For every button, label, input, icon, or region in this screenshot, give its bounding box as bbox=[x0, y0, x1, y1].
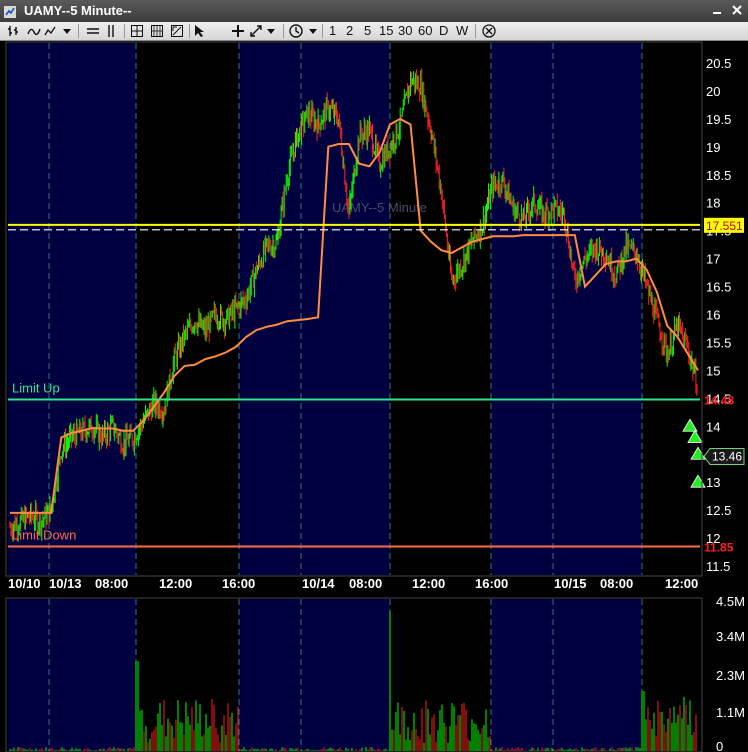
drawing-dropdown-icon[interactable] bbox=[266, 23, 276, 39]
period-2-button[interactable]: 2 bbox=[346, 23, 353, 39]
time-tick-label: 16:00 bbox=[222, 576, 255, 591]
time-tick-label: 10/10 bbox=[8, 576, 41, 591]
grid-icon[interactable] bbox=[150, 23, 164, 39]
time-tick-label: 16:00 bbox=[475, 576, 508, 591]
price-tick-label: 11.5 bbox=[706, 559, 730, 574]
crosshair-box-icon[interactable] bbox=[130, 23, 144, 39]
period-15-button[interactable]: 15 bbox=[379, 23, 393, 39]
horizontal-line-icon[interactable] bbox=[86, 23, 100, 39]
price-tick-label: 19.5 bbox=[706, 112, 731, 127]
window-title: UAMY--5 Minute-- bbox=[24, 3, 132, 18]
chart-type-icon[interactable] bbox=[26, 23, 42, 39]
buy-signal-marker bbox=[687, 429, 703, 443]
time-tick-label: 12:00 bbox=[412, 576, 445, 591]
price-tick-label: 14 bbox=[706, 419, 720, 434]
volume-tick-label: 3.4M bbox=[716, 629, 745, 644]
last-price-label: 13.46 bbox=[712, 449, 742, 463]
minimize-button[interactable] bbox=[710, 4, 724, 17]
buy-signal-marker bbox=[682, 418, 698, 432]
price-tick-label: 18 bbox=[706, 196, 720, 211]
price-tick-label: 20.5 bbox=[706, 56, 731, 71]
volume-session-band bbox=[239, 599, 390, 751]
close-button[interactable] bbox=[730, 4, 744, 17]
time-tick-label: 08:00 bbox=[600, 576, 633, 591]
yellow-level-label: 17.551 bbox=[706, 219, 743, 233]
pointer-icon[interactable] bbox=[193, 23, 207, 39]
price-tick-label: 18.5 bbox=[706, 168, 731, 183]
period-daily-button[interactable]: D bbox=[439, 23, 448, 39]
price-tick-label: 19 bbox=[706, 140, 720, 155]
price-tick-label: 16 bbox=[706, 308, 720, 323]
close-chart-icon[interactable] bbox=[481, 23, 497, 39]
volume-tick-label: 4.5M bbox=[716, 594, 745, 609]
period-60-button[interactable]: 60 bbox=[418, 23, 432, 39]
title-bar[interactable]: UAMY--5 Minute-- bbox=[0, 0, 748, 23]
chart-window-icon bbox=[4, 5, 16, 18]
period-1-button[interactable]: 1 bbox=[329, 23, 336, 39]
buy-signal-marker bbox=[690, 474, 706, 488]
price-tick-label: 12.5 bbox=[706, 503, 731, 518]
period-30-button[interactable]: 30 bbox=[398, 23, 412, 39]
price-tick-label: 13 bbox=[706, 475, 720, 490]
session-band bbox=[491, 43, 642, 575]
bar-style-icon[interactable] bbox=[6, 23, 22, 39]
vertical-line-icon[interactable] bbox=[104, 23, 118, 39]
volume-tick-label: 2.3M bbox=[716, 668, 745, 683]
period-5-button[interactable]: 5 bbox=[364, 23, 371, 39]
limit-down-label: 11.85 bbox=[704, 540, 734, 554]
time-tick-label: 08:00 bbox=[349, 576, 382, 591]
crosshair-icon[interactable] bbox=[231, 23, 245, 39]
session-bands bbox=[8, 43, 642, 751]
price-chart[interactable]: UAMY--5 Minute Limit Up Limit Down 20.5 20… bbox=[0, 41, 748, 752]
chart-toolbar: 1 2 5 15 30 60 D W bbox=[0, 22, 748, 41]
indicators-icon[interactable] bbox=[44, 23, 56, 39]
chart-window: UAMY--5 Minute-- 1 2 5 15 30 60 D W UAMY… bbox=[0, 0, 748, 752]
limit-down-text: Limit Down bbox=[12, 527, 76, 542]
chart-watermark: UAMY--5 Minute bbox=[332, 200, 427, 215]
limit-up-text: Limit Up bbox=[12, 380, 60, 395]
chart-type-dropdown-icon[interactable] bbox=[62, 23, 72, 39]
clock-icon[interactable] bbox=[288, 23, 304, 39]
volume-session-band bbox=[8, 599, 136, 751]
price-tick-label: 15 bbox=[706, 363, 720, 378]
trendline-icon[interactable] bbox=[249, 23, 263, 39]
buy-signal-marker bbox=[690, 446, 706, 460]
time-tick-label: 12:00 bbox=[665, 576, 698, 591]
volume-tick-label: 1.1M bbox=[716, 705, 745, 720]
period-weekly-button[interactable]: W bbox=[456, 23, 468, 39]
volume-session-band bbox=[491, 599, 642, 751]
time-tick-label: 10/13 bbox=[49, 576, 82, 591]
time-tick-label: 10/15 bbox=[554, 576, 587, 591]
volume-tick-label: 0 bbox=[716, 739, 723, 752]
time-tick-label: 08:00 bbox=[95, 576, 128, 591]
zoom-box-icon[interactable] bbox=[170, 23, 184, 39]
time-axis: 10/10 10/13 08:00 12:00 16:00 10/14 08:00 12:00… bbox=[8, 576, 698, 591]
session-band bbox=[8, 43, 136, 575]
price-tick-label: 15.5 bbox=[706, 335, 731, 350]
price-tick-label: 20 bbox=[706, 84, 720, 99]
price-axis: 20.52019.51918.51817.51716.51615.51514.5… bbox=[706, 56, 731, 574]
time-tick-label: 12:00 bbox=[159, 576, 192, 591]
limit-up-label: 14.48 bbox=[704, 393, 734, 407]
volume-axis: 4.5M 3.4M 2.3M 1.1M 0 bbox=[716, 594, 745, 752]
time-tick-label: 10/14 bbox=[302, 576, 335, 591]
price-tick-label: 16.5 bbox=[706, 280, 731, 295]
price-tick-label: 17 bbox=[706, 252, 720, 267]
interval-dropdown-icon[interactable] bbox=[308, 23, 318, 39]
